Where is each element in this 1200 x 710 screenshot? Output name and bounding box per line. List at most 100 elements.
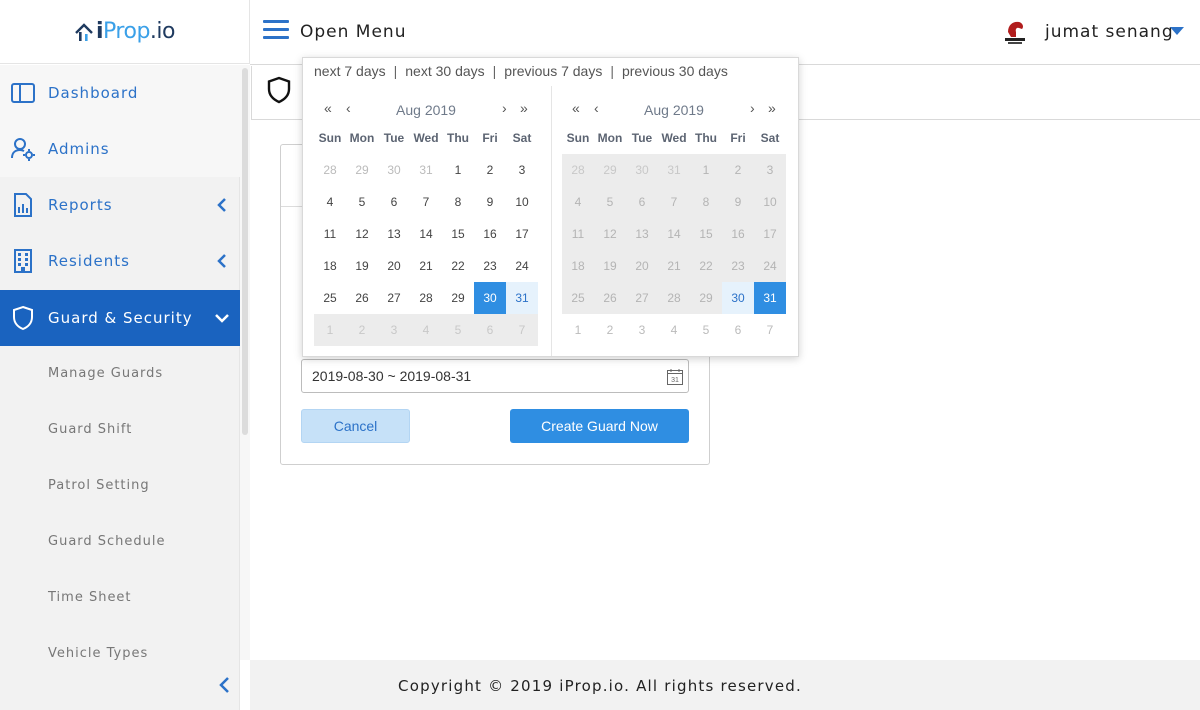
calendar-day[interactable]: 25	[314, 282, 346, 314]
next-month-button[interactable]: ›	[502, 100, 507, 116]
calendar-day[interactable]: 30	[474, 282, 506, 314]
calendar-day: 3	[754, 154, 786, 186]
next-month-button[interactable]: ›	[750, 100, 755, 116]
create-guard-button[interactable]: Create Guard Now	[510, 409, 689, 443]
next-year-button[interactable]: »	[520, 100, 528, 116]
calendar-week-row: 18 19 20 21 22 23 24	[314, 250, 538, 282]
shortcut-previous-30-days[interactable]: previous 30 days	[622, 63, 728, 79]
calendar-day[interactable]: 8	[442, 186, 474, 218]
calendar-day: 7	[506, 314, 538, 346]
calendar-day[interactable]: 5	[690, 314, 722, 346]
calendar-day: 28	[562, 154, 594, 186]
logo[interactable]: i Prop .io	[74, 19, 176, 44]
calendar-day[interactable]: 17	[506, 218, 538, 250]
calendar-day[interactable]: 7	[754, 314, 786, 346]
user-name[interactable]: jumat senang	[1045, 22, 1174, 42]
calendar-day[interactable]: 20	[378, 250, 410, 282]
shortcut-next-7-days[interactable]: next 7 days	[314, 63, 386, 79]
calendar-day[interactable]: 31	[410, 154, 442, 186]
calendar-day[interactable]: 1	[562, 314, 594, 346]
calendar-day[interactable]: 10	[506, 186, 538, 218]
sidebar-scrollbar[interactable]	[242, 68, 248, 435]
calendar-day[interactable]: 31	[754, 282, 786, 314]
calendar-day[interactable]: 2	[474, 154, 506, 186]
calendar-day[interactable]: 31	[506, 282, 538, 314]
subitem-label: Time Sheet	[48, 590, 132, 605]
calendar-day[interactable]: 4	[658, 314, 690, 346]
calendar-day[interactable]: 26	[346, 282, 378, 314]
calendar-day[interactable]: 29	[346, 154, 378, 186]
calendar-day[interactable]: 11	[314, 218, 346, 250]
calendar-day[interactable]: 1	[442, 154, 474, 186]
calendar-day[interactable]: 3	[626, 314, 658, 346]
copyright-text: Copyright © 2019 iProp.io. All rights re…	[398, 677, 802, 695]
hamburger-menu-icon[interactable]	[263, 20, 289, 44]
calendar-day[interactable]: 30	[722, 282, 754, 314]
sidebar-subitem-manage-guards[interactable]: Manage Guards	[0, 346, 240, 402]
calendar-day[interactable]: 16	[474, 218, 506, 250]
user-avatar[interactable]	[1002, 18, 1028, 46]
sidebar-subitem-guard-schedule[interactable]: Guard Schedule	[0, 514, 240, 570]
calendar-day[interactable]: 12	[346, 218, 378, 250]
calendar-day[interactable]: 28	[410, 282, 442, 314]
shortcut-previous-7-days[interactable]: previous 7 days	[504, 63, 602, 79]
cancel-button[interactable]: Cancel	[301, 409, 410, 443]
logo-area[interactable]: i Prop .io	[0, 0, 250, 64]
calendar-day[interactable]: 7	[410, 186, 442, 218]
calendar-day: 20	[626, 250, 658, 282]
calendar-day[interactable]: 21	[410, 250, 442, 282]
calendar-day[interactable]: 30	[378, 154, 410, 186]
calendar-day[interactable]: 29	[442, 282, 474, 314]
calendar-right: Aug 2019 « ‹ › » Sun Mon Tue Wed Thu Fri…	[562, 98, 786, 346]
calendar-day: 5	[594, 186, 626, 218]
sidebar-item-label: Admins	[48, 140, 110, 158]
date-range-field[interactable]: 31	[301, 359, 689, 393]
sidebar-item-dashboard[interactable]: Dashboard	[0, 65, 240, 121]
calendar-day[interactable]: 15	[442, 218, 474, 250]
calendar-day[interactable]: 9	[474, 186, 506, 218]
calendar-day[interactable]: 5	[346, 186, 378, 218]
shortcut-next-30-days[interactable]: next 30 days	[405, 63, 484, 79]
next-year-button[interactable]: »	[768, 100, 776, 116]
calendar-day[interactable]: 6	[722, 314, 754, 346]
calendar-day[interactable]: 2	[594, 314, 626, 346]
sidebar-item-guard-security[interactable]: Guard & Security	[0, 290, 240, 346]
sidebar-item-admins[interactable]: Admins	[0, 121, 240, 177]
sidebar-item-residents[interactable]: Residents	[0, 233, 240, 289]
sidebar-subitem-vehicle-types[interactable]: Vehicle Types	[0, 626, 240, 682]
calendar-day[interactable]: 19	[346, 250, 378, 282]
sidebar-subitem-guard-shift[interactable]: Guard Shift	[0, 402, 240, 458]
calendar-day: 10	[754, 186, 786, 218]
calendar-day[interactable]: 18	[314, 250, 346, 282]
sidebar-subitem-time-sheet[interactable]: Time Sheet	[0, 570, 240, 626]
user-dropdown-caret-icon[interactable]	[1170, 27, 1184, 35]
weekday-label: Sat	[760, 131, 780, 145]
weekday-label: Mon	[349, 131, 375, 145]
subitem-label: Patrol Setting	[48, 478, 150, 493]
calendar-icon[interactable]: 31	[666, 368, 684, 386]
calendar-day[interactable]: 6	[378, 186, 410, 218]
shield-icon	[266, 76, 292, 104]
calendar-day[interactable]: 28	[314, 154, 346, 186]
calendar-day[interactable]: 3	[506, 154, 538, 186]
sidebar-collapse-chevron-icon[interactable]	[215, 676, 233, 694]
calendar-day[interactable]: 24	[506, 250, 538, 282]
prev-month-button[interactable]: ‹	[594, 100, 599, 116]
calendar-day[interactable]: 23	[474, 250, 506, 282]
prev-year-button[interactable]: «	[572, 100, 580, 116]
sidebar-subitem-patrol-setting[interactable]: Patrol Setting	[0, 458, 240, 514]
calendar-day[interactable]: 4	[314, 186, 346, 218]
sidebar-item-reports[interactable]: Reports	[0, 177, 240, 233]
calendar-day[interactable]: 14	[410, 218, 442, 250]
prev-month-button[interactable]: ‹	[346, 100, 351, 116]
calendar-day[interactable]: 22	[442, 250, 474, 282]
calendar-day[interactable]: 13	[378, 218, 410, 250]
open-menu-label[interactable]: Open Menu	[300, 22, 406, 42]
calendar-day[interactable]: 27	[378, 282, 410, 314]
date-range-picker-popup: next 7 days | next 30 days | previous 7 days…	[302, 57, 799, 357]
calendar-week-row: 18 19 20 21 22 23 24	[562, 250, 786, 282]
date-range-input[interactable]	[312, 368, 652, 384]
prev-year-button[interactable]: «	[324, 100, 332, 116]
calendar-day: 27	[626, 282, 658, 314]
sidebar-item-label: Residents	[48, 252, 130, 270]
